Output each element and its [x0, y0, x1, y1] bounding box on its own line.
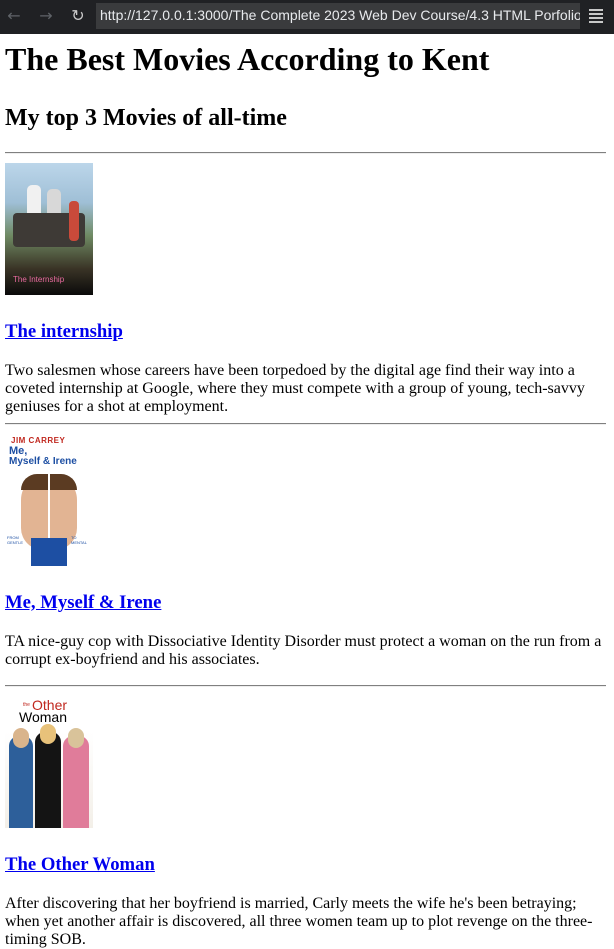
movie-link-internship[interactable]: The internship — [5, 321, 123, 342]
movie-title-internship: The internship — [5, 321, 606, 343]
back-arrow-icon[interactable]: ← — [2, 5, 26, 29]
movie-description-other-woman: After discovering that her boyfriend is … — [5, 895, 593, 948]
movie-description-me-myself-irene: TA nice-guy cop with Dissociative Identi… — [5, 633, 602, 668]
divider — [5, 423, 606, 425]
divider — [5, 685, 606, 687]
movie-link-other-woman[interactable]: The Other Woman — [5, 854, 155, 875]
browser-toolbar: ← → ↻ http://127.0.0.1:3000/The Complete… — [0, 0, 614, 34]
movie-poster-internship: The Internship — [5, 163, 93, 295]
page-title: The Best Movies According to Kent — [5, 41, 490, 77]
movie-title-me-myself-irene: Me, Myself & Irene — [5, 592, 606, 614]
reload-icon[interactable]: ↻ — [66, 5, 90, 29]
movie-link-me-myself-irene[interactable]: Me, Myself & Irene — [5, 592, 161, 613]
forward-arrow-icon[interactable]: → — [34, 5, 58, 29]
address-bar[interactable]: http://127.0.0.1:3000/The Complete 2023 … — [96, 3, 580, 29]
movie-description-internship: Two salesmen whose careers have been tor… — [5, 362, 585, 415]
movie-poster-other-woman: the Other Woman — [5, 696, 93, 828]
page-subtitle: My top 3 Movies of all-time — [5, 105, 287, 131]
movie-poster-me-myself-irene: JIM CARREY Me, Myself & Irene FROM GENTL… — [5, 434, 93, 566]
movie-title-other-woman: The Other Woman — [5, 854, 606, 876]
menu-icon[interactable] — [589, 9, 603, 23]
page-content: The Best Movies According to Kent My top… — [5, 34, 606, 949]
divider — [5, 152, 606, 154]
